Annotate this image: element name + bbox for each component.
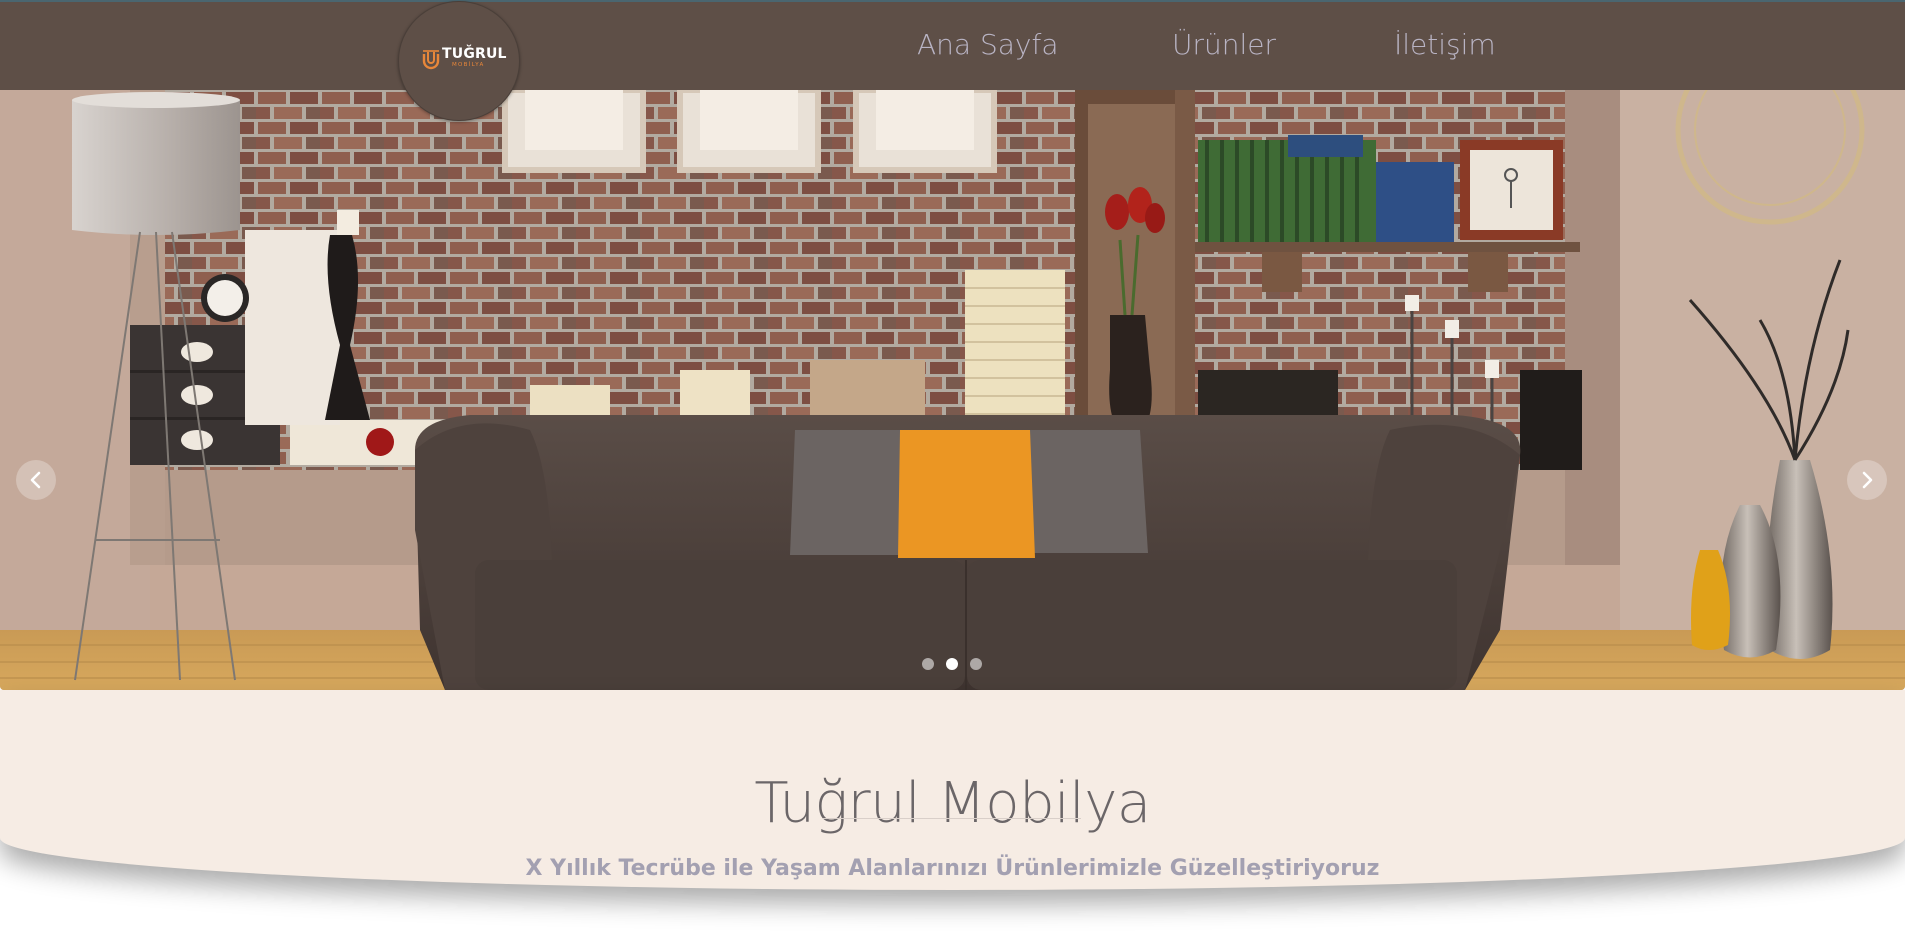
chevron-left-icon [30, 471, 41, 489]
carousel-indicator-1[interactable] [922, 658, 934, 670]
nav-link-contact[interactable]: İletişim [1394, 28, 1496, 61]
nav-link-products[interactable]: Ürünler [1172, 28, 1276, 61]
carousel-next-button[interactable] [1847, 460, 1887, 500]
brand-banner: Tuğrul Mobilya X Yıllık Tecrübe ile Yaşa… [0, 690, 1905, 890]
brand-logo-subtitle: MOBİLYA [452, 62, 485, 68]
carousel-indicator-2[interactable] [946, 658, 958, 670]
living-room-image [0, 90, 1905, 690]
brand-logo-icon [422, 50, 440, 70]
carousel-indicator-3[interactable] [970, 658, 982, 670]
hero-carousel [0, 90, 1905, 690]
page-title: Tuğrul Mobilya [754, 770, 1151, 836]
tagline: X Yıllık Tecrübe ile Yaşam Alanlarınızı … [525, 856, 1380, 881]
chevron-right-icon [1862, 471, 1873, 489]
title-divider [823, 818, 1081, 819]
carousel-prev-button[interactable] [16, 460, 56, 500]
carousel-indicators [922, 658, 982, 672]
nav-link-home[interactable]: Ana Sayfa [917, 28, 1058, 61]
brand-logo-name: TUĞRUL [442, 46, 507, 62]
